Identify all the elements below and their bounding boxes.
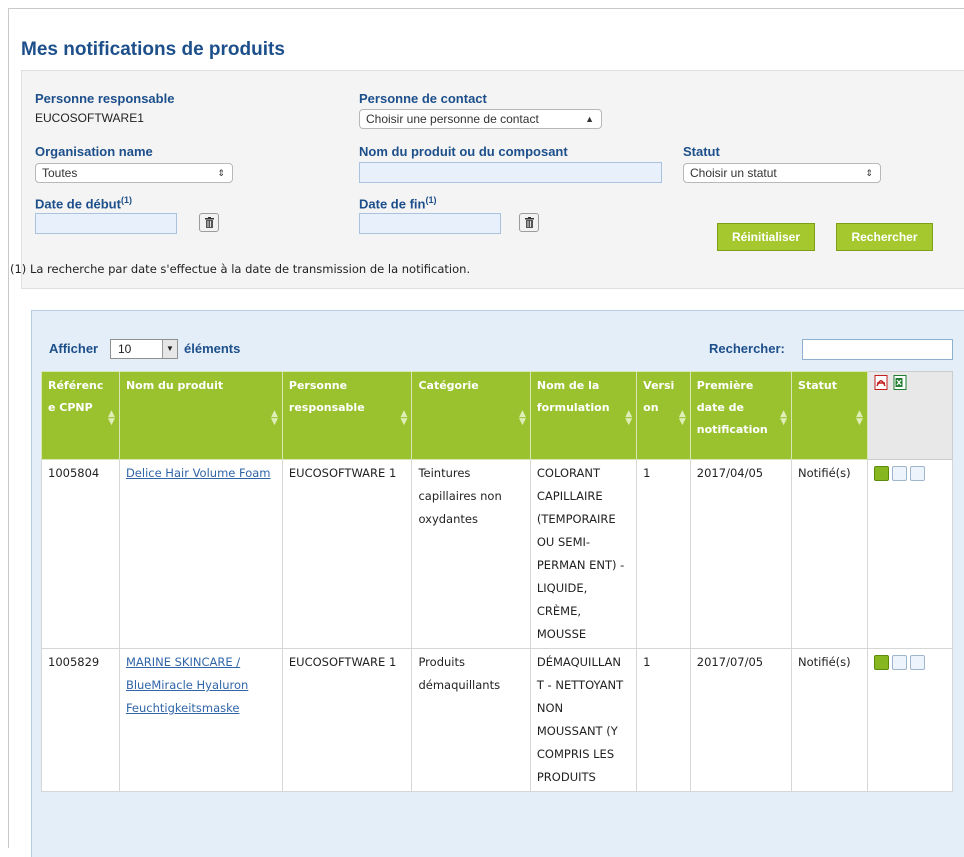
table-header-row: Référenc e CPNP ▲ ▼ Nom du produit ▲ ▼ Perso… [41,371,954,460]
footnote-mark: (1) [425,195,437,205]
cell-responsible: EUCOSOFTWARE 1 [281,459,413,649]
cell-product-name: Delice Hair Volume Foam [118,459,283,649]
trash-icon [205,217,214,228]
page-title: Mes notifications de produits [21,39,285,60]
cell-status: Notifié(s) [791,648,868,792]
organisation-select[interactable]: Toutes ⇕ [35,163,233,183]
elements-label: éléments [184,341,241,356]
chevron-down-icon: ▼ [162,340,177,358]
product-link[interactable]: MARINE SKINCARE / BlueMiracle Hyaluron F… [126,655,248,715]
header-status[interactable]: Statut ▲ ▼ [791,371,868,460]
sort-icon: ▲ ▼ [625,409,633,427]
header-formulation[interactable]: Nom de la formulation ▲ ▼ [529,371,638,460]
status-select[interactable]: Choisir un statut ⇕ [683,163,881,183]
page-frame: Mes notifications de produits Personne r… [8,8,964,857]
cell-responsible: EUCOSOFTWARE 1 [281,648,413,792]
table-row: 1005804 Delice Hair Volume Foam EUCOSOFT… [41,459,954,649]
sort-icon: ▲ ▼ [780,409,788,427]
cell-formulation: DÉMAQUILLAN T - NETTOYANT NON MOUSSANT (… [529,648,638,792]
table-row: 1005829 MARINE SKINCARE / BlueMiracle Hy… [41,648,954,792]
table-search-input[interactable] [802,339,953,360]
copy-icon[interactable] [909,655,925,670]
sort-icon: ▲ ▼ [400,409,408,427]
cell-status: Notifié(s) [791,459,868,649]
sort-icon: ▲ ▼ [678,409,686,427]
show-label: Afficher [49,341,99,356]
status-label: Statut [683,144,720,159]
view-icon[interactable] [891,466,907,481]
header-first-date[interactable]: Première date de notification ▲ ▼ [689,371,793,460]
start-date-label: Date de début(1) [35,195,132,212]
sort-icon: ▲ ▼ [270,409,278,427]
sort-icon: ▲ ▼ [856,409,863,427]
contact-select[interactable]: Choisir une personne de contact ▲ [359,109,602,129]
edit-icon[interactable] [873,655,889,670]
cell-product-name: MARINE SKINCARE / BlueMiracle Hyaluron F… [118,648,283,792]
product-name-label: Nom du produit ou du composant [359,144,568,159]
view-icon[interactable] [891,655,907,670]
responsible-label: Personne responsable [35,91,175,106]
cell-cpnp-ref: 1005804 [41,459,120,649]
cell-actions [866,459,954,649]
end-date-label: Date de fin(1) [359,195,437,212]
reset-button[interactable]: Réinitialiser [717,223,815,251]
filter-panel: Personne responsable EUCOSOFTWARE1 Perso… [10,70,964,289]
organisation-select-value: Toutes [42,166,78,180]
cell-actions [866,648,954,792]
contact-select-value: Choisir une personne de contact [366,112,539,126]
header-product-name[interactable]: Nom du produit ▲ ▼ [118,371,283,460]
start-date-input[interactable] [35,213,177,234]
copy-icon[interactable] [909,466,925,481]
page-length-select[interactable]: 10 ▼ [110,339,178,359]
page-length-value: 10 [118,342,132,356]
status-select-value: Choisir un statut [690,166,777,180]
clear-end-date-button[interactable] [519,213,539,232]
header-version[interactable]: Versi on ▲ ▼ [636,371,691,460]
excel-export-icon[interactable] [893,375,908,390]
select-arrows-icon: ⇕ [217,168,225,178]
sort-icon: ▲ ▼ [108,409,115,427]
responsible-value: EUCOSOFTWARE1 [35,111,144,125]
cell-category: Produits démaquillants [411,648,531,792]
cell-version: 1 [636,459,691,649]
footnote-mark: (1) [120,195,132,205]
date-footnote: (1) La recherche par date s'effectue à l… [10,262,471,276]
sort-icon: ▲ ▼ [518,409,526,427]
header-responsible[interactable]: Personne responsable ▲ ▼ [281,371,413,460]
pdf-export-icon[interactable] [874,375,889,390]
select-arrows-icon: ⇕ [865,168,873,178]
results-panel: Afficher 10 ▼ éléments Rechercher: Référ… [31,310,964,857]
cell-category: Teintures capillaires non oxydantes [411,459,531,649]
select-arrows-icon: ▲ [585,114,594,124]
contact-label: Personne de contact [359,91,487,106]
cell-version: 1 [636,648,691,792]
notifications-table: Référenc e CPNP ▲ ▼ Nom du produit ▲ ▼ Perso… [41,371,954,792]
cell-cpnp-ref: 1005829 [41,648,120,792]
cell-first-date: 2017/07/05 [689,648,793,792]
product-name-input[interactable] [359,162,662,183]
table-search-label: Rechercher: [709,341,785,356]
header-category[interactable]: Catégorie ▲ ▼ [411,371,531,460]
header-export [866,371,954,460]
end-date-input[interactable] [359,213,501,234]
header-cpnp-ref[interactable]: Référenc e CPNP ▲ ▼ [41,371,120,460]
product-link[interactable]: Delice Hair Volume Foam [126,466,271,480]
organisation-label: Organisation name [35,144,153,159]
clear-start-date-button[interactable] [199,213,219,232]
cell-first-date: 2017/04/05 [689,459,793,649]
search-button[interactable]: Rechercher [836,223,933,251]
cell-formulation: COLORANT CAPILLAIRE (TEMPORAIRE OU SEMI-… [529,459,638,649]
edit-icon[interactable] [873,466,889,481]
trash-icon [525,217,534,228]
